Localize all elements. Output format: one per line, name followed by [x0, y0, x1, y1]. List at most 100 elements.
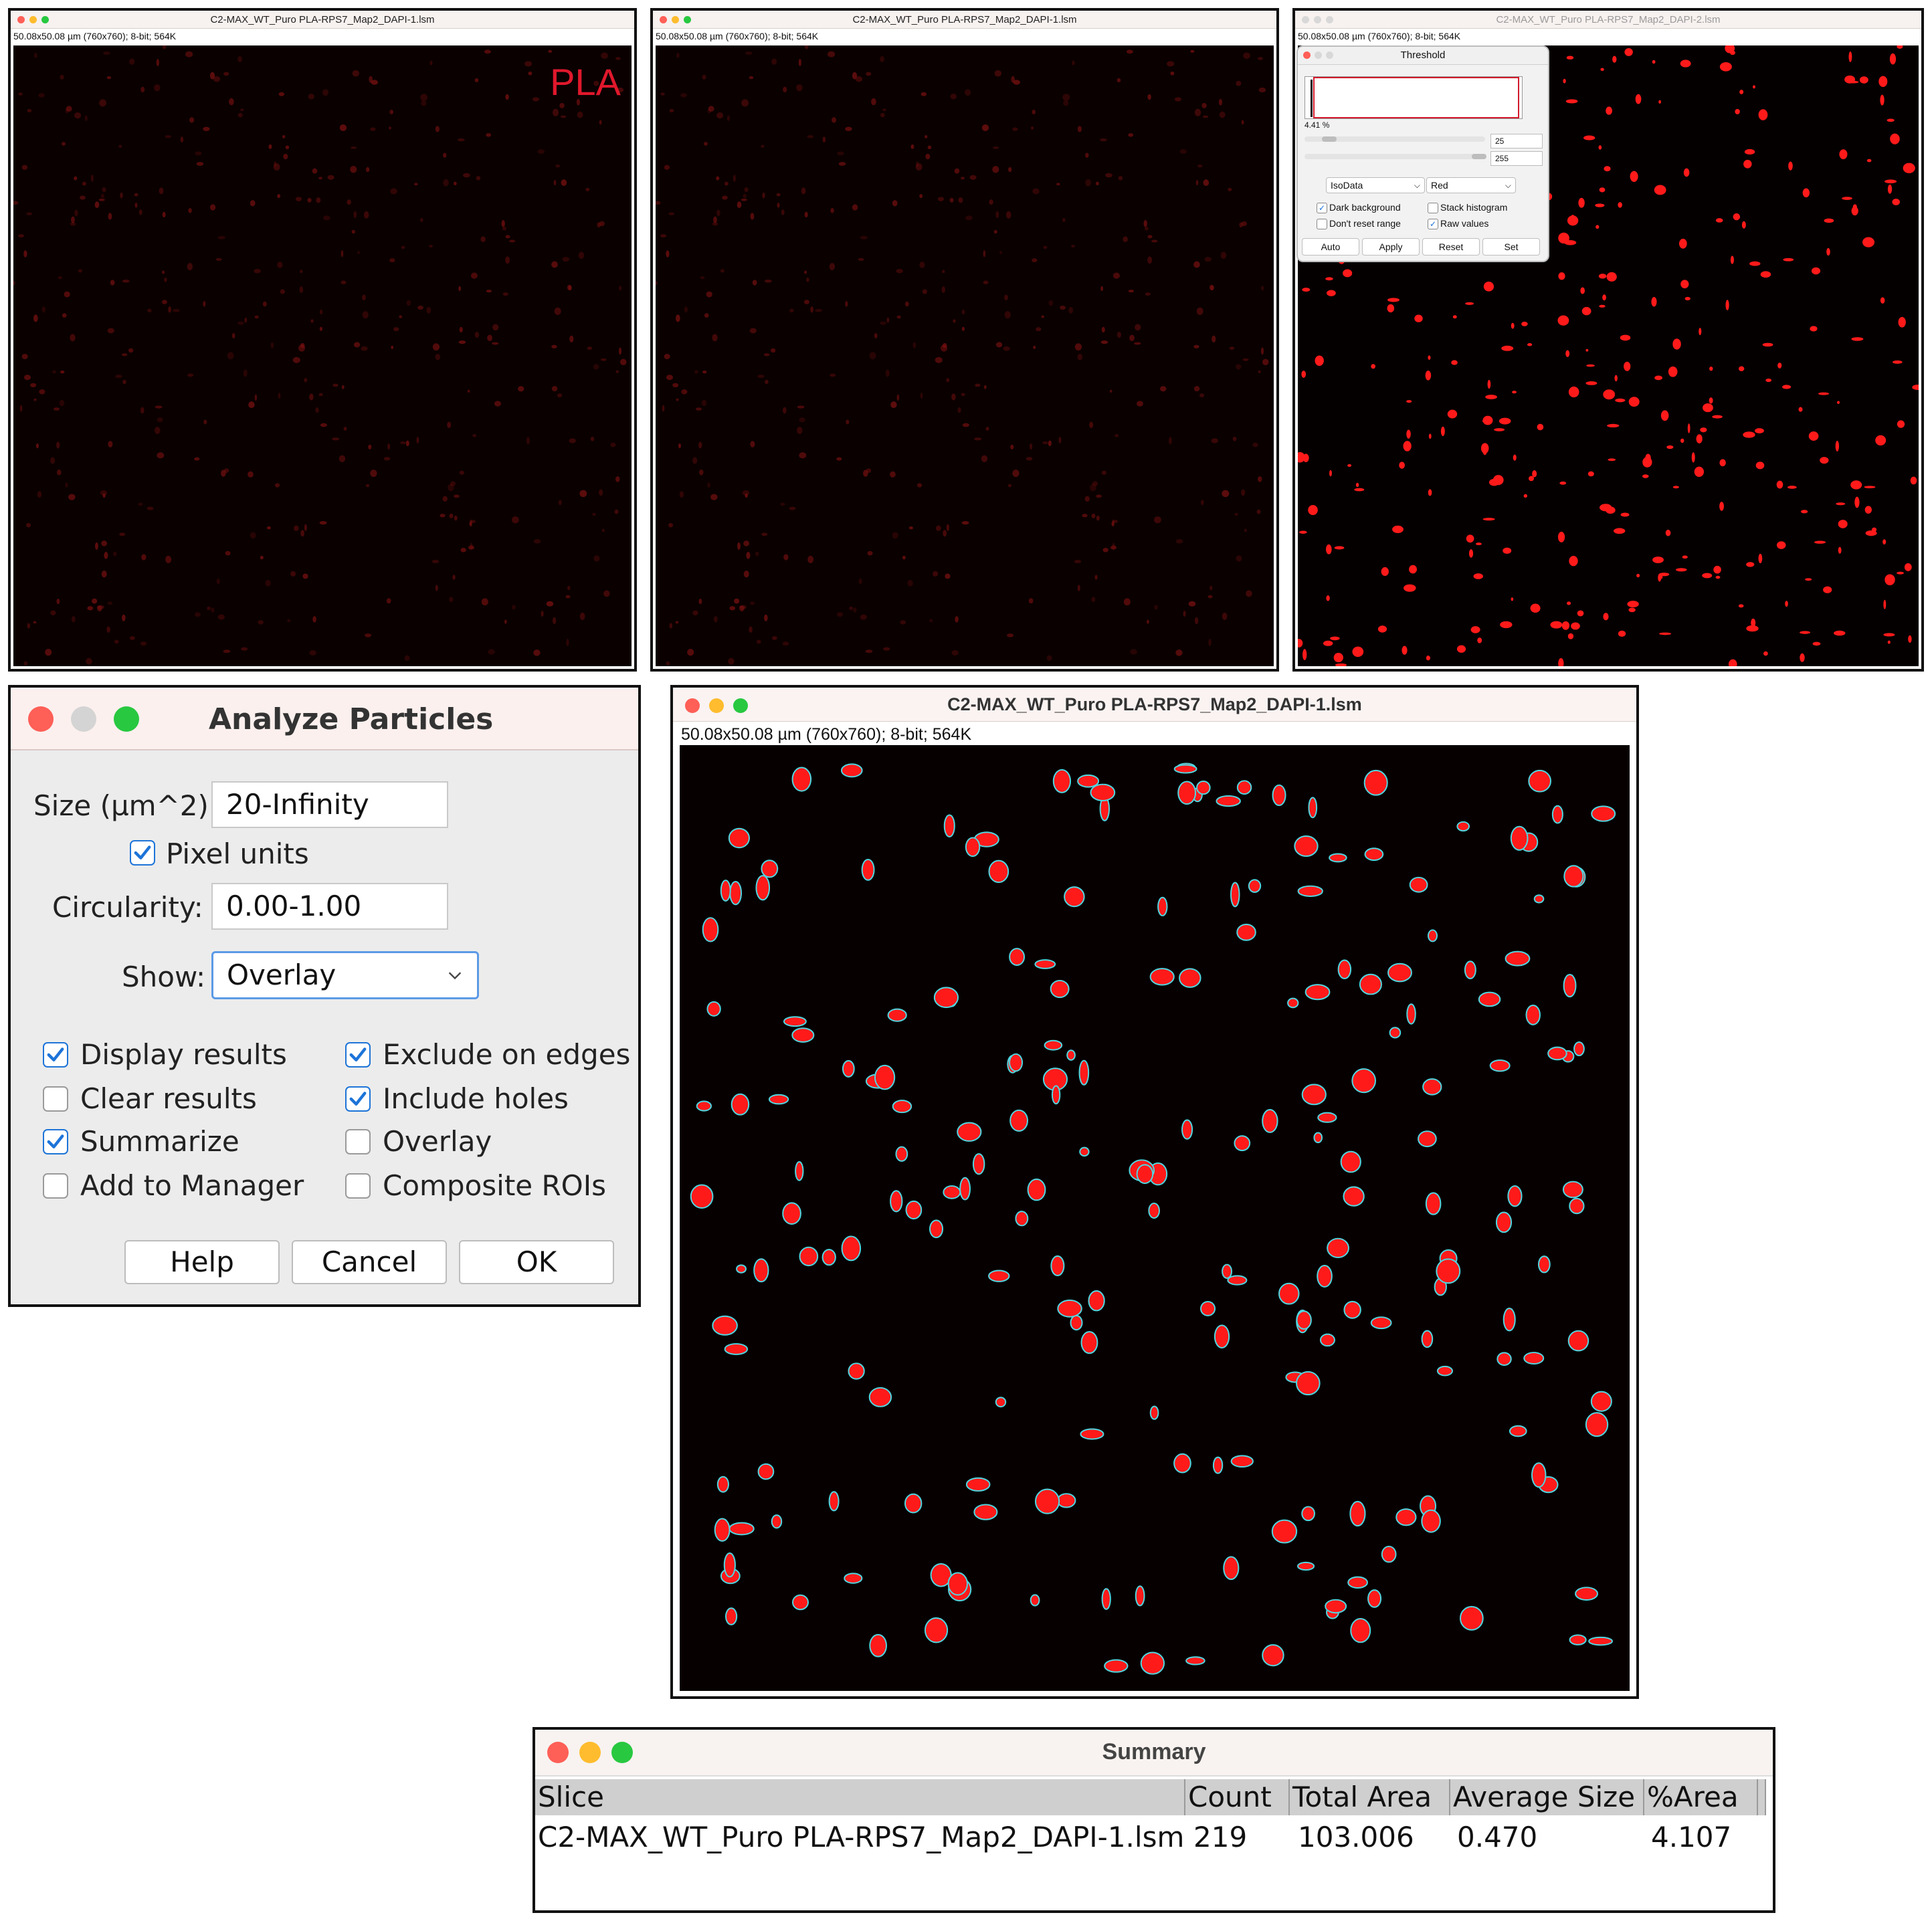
mode-select[interactable]: Red ⌵	[1426, 177, 1516, 193]
particle-roi	[943, 814, 955, 838]
particle-roi	[1157, 896, 1168, 916]
pla-spot	[298, 344, 306, 352]
column-header-slice[interactable]: Slice	[535, 1779, 1185, 1815]
pla-spot	[195, 612, 201, 617]
min-value-field[interactable]: 25	[1490, 134, 1543, 148]
min-slider-thumb[interactable]	[1322, 136, 1337, 142]
apply-button[interactable]: Apply	[1362, 238, 1420, 256]
dark-background-checkbox[interactable]: ✓ Dark background	[1317, 202, 1401, 214]
checkbox-box[interactable]	[1317, 219, 1327, 230]
threshold-blob	[1329, 470, 1332, 477]
include-holes-checkbox[interactable]	[345, 1086, 371, 1112]
max-slider-thumb[interactable]	[1472, 154, 1486, 159]
threshold-blob	[1836, 401, 1840, 404]
pla-spot	[64, 291, 70, 298]
pla-spot	[307, 197, 312, 203]
help-button[interactable]: Help	[124, 1240, 280, 1284]
checkbox-box[interactable]: ✓	[1428, 219, 1438, 230]
pla-spot	[275, 483, 280, 488]
title-bar[interactable]: Summary	[535, 1730, 1773, 1777]
size-input[interactable]: 20-Infinity	[211, 781, 448, 828]
particle-roi	[1337, 959, 1352, 979]
add-to-manager-checkbox[interactable]	[43, 1173, 68, 1199]
checkbox-box[interactable]	[1428, 203, 1438, 214]
reset-button[interactable]: Reset	[1422, 238, 1480, 256]
overlay-image-window[interactable]: C2-MAX_WT_Puro PLA-RPS7_Map2_DAPI-1.lsm …	[670, 685, 1639, 1699]
minimize-button[interactable]	[71, 706, 96, 732]
composite-rois-checkbox[interactable]	[345, 1173, 371, 1199]
auto-button[interactable]: Auto	[1302, 238, 1359, 256]
pla-spot	[58, 276, 63, 280]
particle-roi	[861, 858, 875, 881]
pla-spot	[319, 309, 323, 315]
particle-roi	[1234, 1135, 1251, 1152]
overlay-checkbox[interactable]	[345, 1129, 371, 1154]
threshold-blob	[1302, 649, 1307, 660]
column-header-average-size[interactable]: Average Size	[1450, 1779, 1644, 1815]
max-slider[interactable]	[1305, 154, 1486, 159]
stack-histogram-checkbox[interactable]: Stack histogram	[1428, 202, 1507, 214]
analyze-particles-dialog[interactable]: Analyze Particles Size (µm^2): 20-Infini…	[8, 685, 641, 1307]
pla-spot	[33, 398, 37, 401]
particle-roi	[1185, 1656, 1205, 1666]
column-header-percent-area[interactable]: %Area	[1644, 1779, 1758, 1815]
method-select[interactable]: IsoData ⌵	[1326, 177, 1425, 193]
checkbox-box[interactable]: ✓	[1317, 203, 1327, 214]
overlay-canvas[interactable]	[680, 745, 1630, 1691]
pla-spot	[1077, 585, 1080, 591]
pla-spot	[107, 328, 114, 334]
pla-spot	[789, 506, 796, 510]
particle-roi	[1350, 1617, 1371, 1643]
threshold-blob	[1521, 321, 1528, 326]
threshold-blob	[1798, 407, 1803, 412]
pla-spot	[361, 346, 368, 351]
show-select[interactable]: Overlay	[211, 951, 479, 999]
summary-window[interactable]: Summary Slice Count Total Area Average S…	[533, 1727, 1775, 1913]
max-value-field[interactable]: 255	[1490, 151, 1543, 166]
threshold-blob	[1624, 361, 1631, 371]
summarize-checkbox[interactable]	[43, 1129, 68, 1154]
image-window-3[interactable]: C2-MAX_WT_Puro PLA-RPS7_Map2_DAPI-2.lsm …	[1292, 8, 1924, 672]
image-canvas[interactable]	[656, 45, 1274, 666]
column-header-total-area[interactable]: Total Area	[1290, 1779, 1450, 1815]
display-results-checkbox[interactable]	[43, 1042, 68, 1068]
exclude-on-edges-checkbox[interactable]	[345, 1042, 371, 1068]
pixel-units-checkbox[interactable]	[130, 840, 155, 866]
dont-reset-range-checkbox[interactable]: Don't reset range	[1317, 218, 1401, 230]
ok-button[interactable]: OK	[459, 1240, 614, 1284]
pla-spot	[907, 579, 913, 587]
cancel-button[interactable]: Cancel	[292, 1240, 447, 1284]
title-bar[interactable]: C2-MAX_WT_Puro PLA-RPS7_Map2_DAPI-1.lsm	[653, 11, 1276, 29]
close-button[interactable]	[28, 706, 54, 732]
min-slider[interactable]	[1305, 136, 1485, 142]
pla-spot	[560, 115, 567, 118]
clear-results-checkbox[interactable]	[43, 1086, 68, 1112]
image-window-2[interactable]: C2-MAX_WT_Puro PLA-RPS7_Map2_DAPI-1.lsm …	[650, 8, 1279, 672]
pla-spot	[134, 203, 138, 208]
threshold-blob	[1700, 427, 1707, 433]
column-header-count[interactable]: Count	[1185, 1779, 1290, 1815]
pla-spot	[128, 348, 134, 353]
threshold-blob	[1642, 474, 1649, 478]
set-button[interactable]: Set	[1482, 238, 1540, 256]
threshold-blob	[1465, 302, 1474, 305]
image-canvas[interactable]: PLA	[13, 45, 632, 666]
threshold-dialog[interactable]: Threshold 4.41 % 25 255 IsoData ⌵ Red ⌵ …	[1296, 45, 1549, 262]
title-bar[interactable]: Analyze Particles	[11, 688, 638, 750]
title-bar[interactable]: C2-MAX_WT_Puro PLA-RPS7_Map2_DAPI-1.lsm	[11, 11, 634, 29]
threshold-title-bar[interactable]: Threshold	[1298, 47, 1548, 65]
image-window-1[interactable]: C2-MAX_WT_Puro PLA-RPS7_Map2_DAPI-1.lsm …	[8, 8, 637, 672]
threshold-blob	[1406, 400, 1412, 403]
pla-spot	[765, 379, 769, 385]
circularity-input[interactable]: 0.00-1.00	[211, 883, 448, 930]
title-bar[interactable]: C2-MAX_WT_Puro PLA-RPS7_Map2_DAPI-2.lsm	[1295, 11, 1921, 29]
threshold-blob	[1887, 184, 1893, 194]
threshold-blob	[1753, 85, 1755, 89]
threshold-blob	[1452, 315, 1457, 319]
zoom-button[interactable]	[114, 706, 139, 732]
pla-spot	[262, 301, 267, 307]
raw-values-checkbox[interactable]: ✓ Raw values	[1428, 218, 1488, 230]
pla-spot	[1219, 111, 1226, 118]
title-bar[interactable]: C2-MAX_WT_Puro PLA-RPS7_Map2_DAPI-1.lsm	[673, 688, 1636, 722]
pla-spot	[37, 491, 42, 498]
